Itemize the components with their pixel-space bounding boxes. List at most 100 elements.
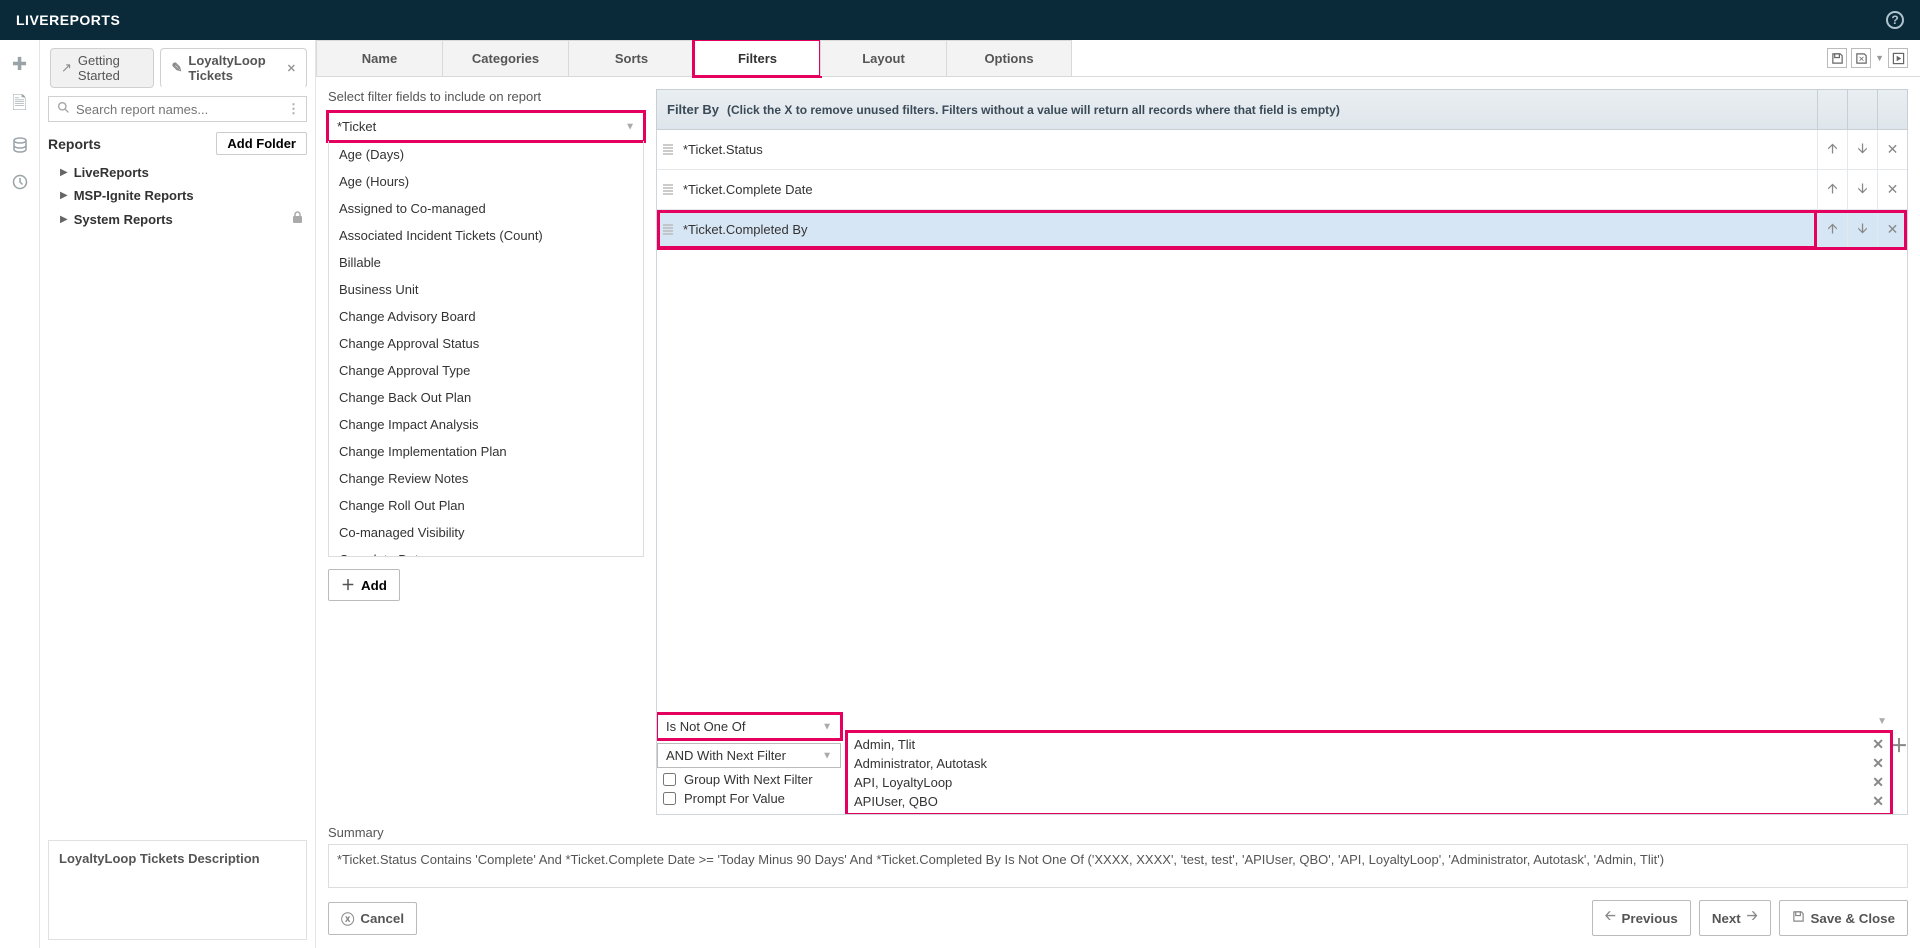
tab-label: Getting Started bbox=[78, 53, 144, 83]
instruction-text: Select filter fields to include on repor… bbox=[328, 89, 644, 104]
move-up-icon[interactable]: 🡩 bbox=[1817, 210, 1847, 250]
run-icon[interactable] bbox=[1888, 48, 1908, 68]
search-options-icon[interactable]: ⋮ bbox=[287, 101, 298, 117]
pencil-icon: ✎ bbox=[171, 60, 182, 76]
field-item[interactable]: Change Implementation Plan bbox=[329, 438, 643, 465]
header-col-up bbox=[1817, 90, 1847, 129]
drag-handle-icon[interactable] bbox=[657, 183, 679, 197]
prompt-label: Prompt For Value bbox=[684, 791, 785, 806]
document-icon[interactable]: 🗎 bbox=[12, 91, 26, 121]
filter-panel: Filter By (Click the X to remove unused … bbox=[656, 89, 1908, 815]
editor-tabs: Name Categories Sorts Filters Layout Opt… bbox=[316, 40, 1920, 77]
tab-label: LoyaltyLoop Tickets bbox=[188, 53, 280, 83]
filter-row-completed-by[interactable]: *Ticket.Completed By 🡩 🡫 ✕ bbox=[657, 210, 1907, 250]
drag-handle-icon[interactable] bbox=[657, 143, 679, 157]
remove-icon[interactable]: ✕ bbox=[1877, 210, 1907, 250]
new-report-icon[interactable]: ✚ bbox=[12, 54, 27, 75]
save-icon[interactable] bbox=[1827, 48, 1847, 68]
filter-value-item: Administrator, Autotask✕ bbox=[854, 754, 1884, 773]
field-item[interactable]: Age (Hours) bbox=[329, 168, 643, 195]
field-list[interactable]: Age (Days)Age (Hours)Assigned to Co-mana… bbox=[328, 141, 644, 557]
remove-value-icon[interactable]: ✕ bbox=[1872, 774, 1884, 791]
field-item[interactable]: Billable bbox=[329, 249, 643, 276]
header-col-down bbox=[1847, 90, 1877, 129]
tab-loyaltyloop-tickets[interactable]: ✎ LoyaltyLoop Tickets ✕ bbox=[160, 48, 307, 88]
filter-values-box[interactable]: Admin, Tlit✕Administrator, Autotask✕API,… bbox=[847, 732, 1891, 814]
move-down-icon[interactable]: 🡫 bbox=[1847, 210, 1877, 250]
add-folder-button[interactable]: Add Folder bbox=[216, 132, 307, 155]
cancel-button[interactable]: ⓧ Cancel bbox=[328, 902, 417, 935]
field-item[interactable]: Complete Date bbox=[329, 546, 643, 557]
editor-tab-sorts[interactable]: Sorts bbox=[568, 40, 694, 76]
operator-dropdown[interactable]: Is Not One Of ▼ bbox=[657, 714, 841, 739]
previous-label: Previous bbox=[1622, 911, 1678, 926]
chevron-right-icon: ▶ bbox=[60, 190, 68, 201]
field-item[interactable]: Change Back Out Plan bbox=[329, 384, 643, 411]
close-icon[interactable]: ✕ bbox=[287, 62, 296, 75]
filter-row-status[interactable]: *Ticket.Status 🡩 🡫 ✕ bbox=[657, 130, 1907, 170]
remove-value-icon[interactable]: ✕ bbox=[1872, 793, 1884, 810]
move-down-icon[interactable]: 🡫 bbox=[1847, 170, 1877, 210]
editor-tab-categories[interactable]: Categories bbox=[442, 40, 568, 76]
search-icon bbox=[57, 101, 70, 117]
field-item[interactable]: Assigned to Co-managed bbox=[329, 195, 643, 222]
field-item[interactable]: Business Unit bbox=[329, 276, 643, 303]
next-label: Next bbox=[1712, 911, 1741, 926]
editor-tab-options[interactable]: Options bbox=[946, 40, 1072, 76]
tab-getting-started[interactable]: ↗ Getting Started bbox=[50, 48, 154, 88]
chevron-right-icon: ▶ bbox=[60, 167, 68, 178]
editor-tab-filters[interactable]: Filters bbox=[694, 40, 820, 76]
remove-value-icon[interactable]: ✕ bbox=[1872, 736, 1884, 753]
prompt-checkbox[interactable] bbox=[663, 792, 676, 805]
next-button[interactable]: Next 🡢 bbox=[1699, 900, 1771, 936]
field-item[interactable]: Change Review Notes bbox=[329, 465, 643, 492]
delete-icon[interactable]: ✕ bbox=[1851, 48, 1871, 68]
icon-rail: ✚ 🗎 bbox=[0, 40, 40, 948]
group-checkbox[interactable] bbox=[663, 773, 676, 786]
move-down-icon[interactable]: 🡫 bbox=[1847, 130, 1877, 170]
schedule-icon[interactable] bbox=[12, 174, 28, 195]
cancel-icon: ⓧ bbox=[341, 909, 354, 928]
drag-handle-icon[interactable] bbox=[657, 223, 679, 237]
field-item[interactable]: Associated Incident Tickets (Count) bbox=[329, 222, 643, 249]
filter-value-item: APIUser, QBO✕ bbox=[854, 792, 1884, 811]
editor-tab-layout[interactable]: Layout bbox=[820, 40, 946, 76]
filter-by-label: Filter By bbox=[667, 102, 719, 117]
move-up-icon[interactable]: 🡩 bbox=[1817, 170, 1847, 210]
and-with-next-dropdown[interactable]: AND With Next Filter ▼ bbox=[657, 743, 841, 768]
save-close-button[interactable]: Save & Close bbox=[1779, 900, 1908, 936]
data-sources-icon[interactable] bbox=[12, 137, 28, 158]
filter-value-text: Admin, Tlit bbox=[854, 737, 915, 752]
field-item[interactable]: Change Roll Out Plan bbox=[329, 492, 643, 519]
remove-value-icon[interactable]: ✕ bbox=[1872, 755, 1884, 772]
add-value-icon[interactable]: ＋ bbox=[1891, 714, 1907, 814]
filter-row-complete-date[interactable]: *Ticket.Complete Date 🡩 🡫 ✕ bbox=[657, 170, 1907, 210]
field-item[interactable]: Change Approval Type bbox=[329, 357, 643, 384]
field-item[interactable]: Change Approval Status bbox=[329, 330, 643, 357]
external-icon: ↗ bbox=[61, 60, 72, 76]
previous-button[interactable]: 🡠 Previous bbox=[1592, 900, 1691, 936]
remove-icon[interactable]: ✕ bbox=[1877, 170, 1907, 210]
prompt-for-value-check[interactable]: Prompt For Value bbox=[657, 791, 841, 806]
folder-livereports[interactable]: ▶ LiveReports bbox=[52, 161, 307, 184]
add-field-button[interactable]: ＋ Add bbox=[328, 569, 400, 601]
field-item[interactable]: Co-managed Visibility bbox=[329, 519, 643, 546]
move-up-icon[interactable]: 🡩 bbox=[1817, 130, 1847, 170]
field-item[interactable]: Change Impact Analysis bbox=[329, 411, 643, 438]
folder-msp-ignite[interactable]: ▶ MSP-Ignite Reports bbox=[52, 184, 307, 207]
lock-icon bbox=[292, 211, 303, 227]
entity-dropdown[interactable]: *Ticket ▼ bbox=[328, 112, 644, 141]
folder-system-reports[interactable]: ▶ System Reports bbox=[52, 207, 307, 231]
dropdown-caret-icon[interactable]: ▼ bbox=[1875, 53, 1884, 63]
value-dropdown-caret[interactable]: ▼ bbox=[1877, 716, 1887, 727]
search-box[interactable]: ⋮ bbox=[48, 96, 307, 122]
main-layout: ✚ 🗎 ↗ Getting Started ✎ LoyaltyLoop Tick… bbox=[0, 40, 1920, 948]
help-icon[interactable]: ? bbox=[1886, 11, 1904, 29]
remove-icon[interactable]: ✕ bbox=[1877, 130, 1907, 170]
group-with-next-check[interactable]: Group With Next Filter bbox=[657, 772, 841, 787]
description-title: LoyaltyLoop Tickets Description bbox=[59, 851, 260, 866]
field-item[interactable]: Age (Days) bbox=[329, 141, 643, 168]
search-input[interactable] bbox=[76, 102, 287, 117]
editor-tab-name[interactable]: Name bbox=[316, 40, 442, 76]
field-item[interactable]: Change Advisory Board bbox=[329, 303, 643, 330]
